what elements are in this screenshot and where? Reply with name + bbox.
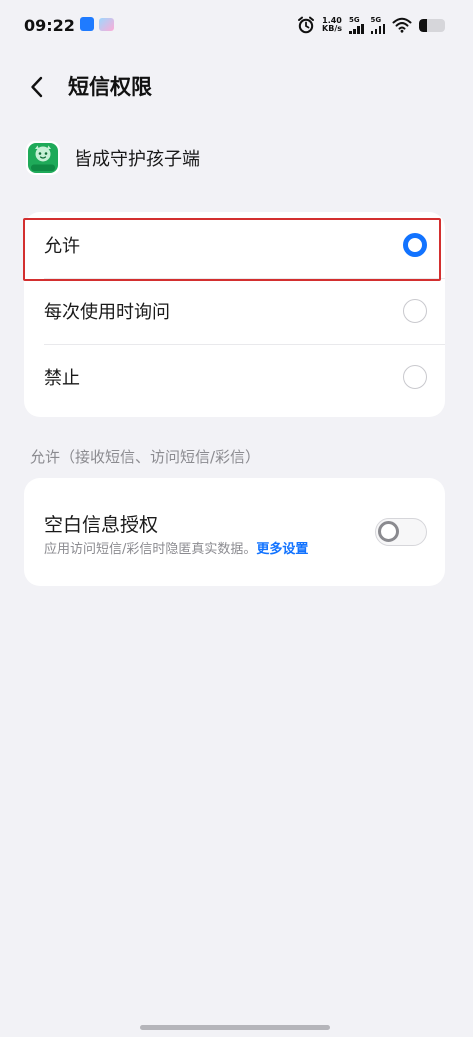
battery-icon — [419, 18, 445, 32]
permission-options-card: 允许 每次使用时询问 禁止 — [24, 212, 445, 417]
notification-app-icon-2 — [99, 18, 114, 31]
blank-info-toggle[interactable] — [375, 518, 427, 546]
blank-info-description: 应用访问短信/彩信时隐匿真实数据。更多设置 — [44, 538, 308, 557]
app-header: 短信权限 — [0, 62, 473, 112]
more-settings-link[interactable]: 更多设置 — [256, 542, 308, 557]
permission-description: 允许（接收短信、访问短信/彩信） — [30, 448, 261, 466]
sim1-network-type: 5G — [349, 15, 360, 24]
wifi-icon — [392, 17, 412, 33]
signal-bars-icon — [370, 23, 385, 34]
blank-info-card: 空白信息授权 应用访问短信/彩信时隐匿真实数据。更多设置 — [24, 478, 445, 586]
blank-info-title: 空白信息授权 — [44, 514, 159, 536]
sim1-signal: 5G — [349, 15, 364, 34]
blank-info-description-text: 应用访问短信/彩信时隐匿真实数据。 — [44, 542, 257, 557]
home-indicator[interactable] — [140, 1025, 330, 1030]
back-button[interactable] — [22, 72, 52, 102]
app-logo-icon — [26, 141, 60, 175]
option-label: 允许 — [44, 236, 80, 257]
status-icons: 1.40 KB/s 5G 5G — [297, 14, 445, 36]
alarm-icon — [298, 16, 315, 34]
option-label: 每次使用时询问 — [44, 302, 170, 323]
battery-level — [419, 18, 428, 32]
app-name: 皆成守护孩子端 — [74, 149, 200, 170]
network-speed: 1.40 KB/s — [322, 17, 342, 33]
option-deny[interactable]: 禁止 — [24, 344, 445, 410]
network-speed-unit: KB/s — [322, 24, 342, 33]
option-ask-every-time[interactable]: 每次使用时询问 — [24, 278, 445, 344]
option-allow[interactable]: 允许 — [24, 212, 445, 278]
status-time: 09:22 — [24, 16, 75, 35]
toggle-knob — [378, 521, 399, 542]
option-label: 禁止 — [44, 368, 80, 389]
radio-button-allow[interactable] — [403, 233, 427, 257]
chevron-left-icon — [31, 76, 43, 98]
radio-button-deny[interactable] — [403, 365, 427, 389]
notification-app-icon — [80, 17, 94, 31]
sim2-network-type: 5G — [370, 15, 382, 24]
status-bar: 09:22 1.40 KB/s 5G 5G — [0, 0, 473, 52]
radio-button-ask-every-time[interactable] — [403, 299, 427, 323]
sms-permission-screen: 09:22 1.40 KB/s 5G 5G 短信权限 皆成守护孩子端 允许 每次… — [0, 0, 473, 1037]
page-title: 短信权限 — [68, 75, 152, 99]
sim2-signal: 5G — [370, 15, 385, 34]
signal-bars-icon — [349, 23, 364, 34]
app-info-row: 皆成守护孩子端 — [26, 140, 200, 176]
